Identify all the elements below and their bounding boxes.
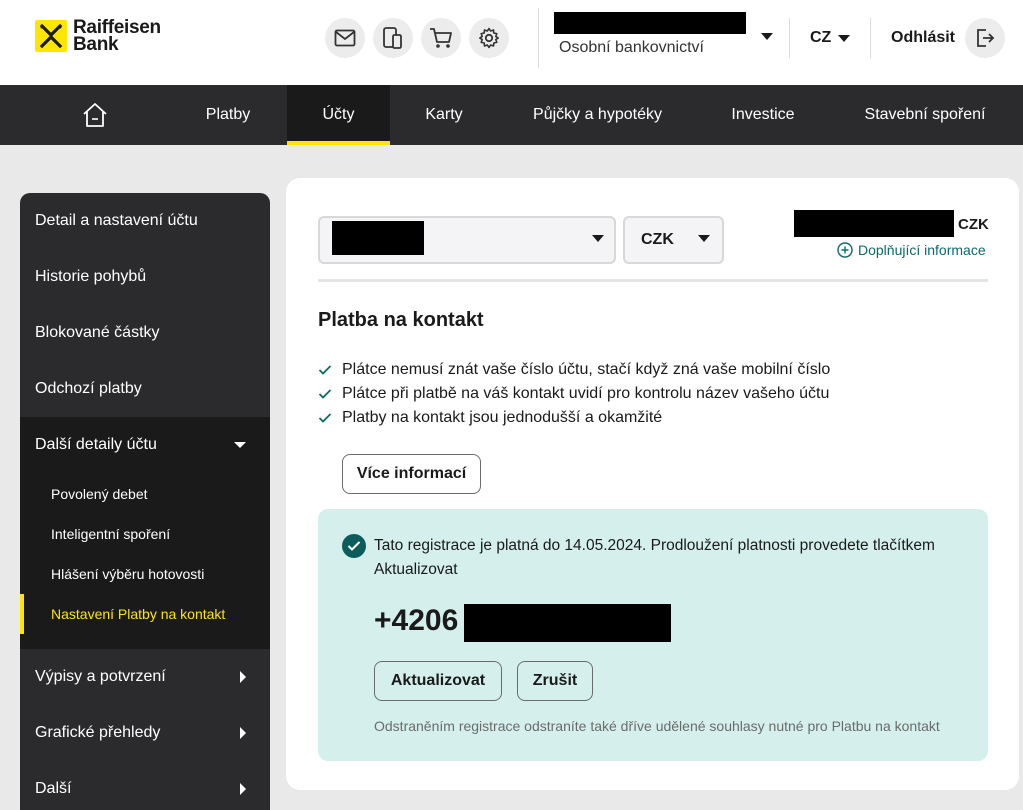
mail-icon[interactable]	[325, 18, 365, 58]
account-name-redacted	[554, 12, 746, 34]
update-button[interactable]: Aktualizovat	[374, 661, 502, 701]
chevron-down-icon	[761, 33, 773, 40]
chevron-right-icon	[240, 727, 246, 739]
header: Raiffeisen Bank Osobní bankovnictví CZ O…	[0, 0, 1023, 85]
currency-dropdown[interactable]: CZK	[623, 216, 724, 264]
sidebar-expanded-section: Další detaily účtu Povolený debet Inteli…	[20, 417, 270, 649]
sidebar: Detail a nastavení účtu Historie pohybů …	[20, 193, 270, 810]
list-item: Plátce při platbě na váš kontakt uvidí p…	[318, 382, 830, 406]
benefits-list: Plátce nemusí znát vaše číslo účtu, stač…	[318, 358, 830, 430]
sidebar-sub-hlaseni-vyberu[interactable]: Hlášení výběru hotovosti	[20, 554, 270, 594]
sidebar-item-odchozi[interactable]: Odchozí platby	[20, 361, 270, 417]
list-item-text: Platby na kontakt jsou jednodušší a okam…	[342, 409, 663, 426]
logo-text: Raiffeisen Bank	[73, 17, 161, 55]
more-info-button[interactable]: Více informací	[342, 454, 481, 494]
list-item-text: Plátce při platbě na váš kontakt uvidí p…	[342, 385, 830, 402]
sidebar-sub-povoleny-debet[interactable]: Povolený debet	[20, 474, 270, 514]
main-panel: CZK CZK Doplňující informace Platba na k…	[286, 178, 1019, 790]
sidebar-item-blokovane[interactable]: Blokované částky	[20, 305, 270, 361]
balance-redacted	[794, 210, 954, 237]
sidebar-item-dalsi-detaily[interactable]: Další detaily účtu	[20, 417, 270, 473]
account-dropdown[interactable]	[318, 216, 616, 264]
sidebar-item-graficke[interactable]: Grafické přehledy	[20, 705, 270, 761]
page-title: Platba na kontakt	[318, 309, 484, 331]
registration-note: Odstraněním registrace odstraníte také d…	[374, 718, 940, 734]
cancel-registration-button[interactable]: Zrušit	[517, 661, 593, 701]
registration-message: Tato registrace je platná do 14.05.2024.…	[374, 537, 935, 578]
sidebar-item-label: Další detaily účtu	[35, 436, 157, 453]
registration-box: Tato registrace je platná do 14.05.2024.…	[318, 509, 988, 761]
chevron-down-icon	[234, 442, 246, 448]
language-label: CZ	[810, 29, 832, 46]
currency-value: CZK	[641, 231, 674, 248]
main-nav: Platby Účty Karty Půjčky a hypotéky Inve…	[0, 85, 1023, 145]
additional-info-label: Doplňující informace	[858, 242, 986, 258]
check-icon	[318, 365, 332, 375]
balance-currency: CZK	[958, 216, 989, 233]
registered-phone: +4206	[374, 604, 458, 638]
nav-karty[interactable]: Karty	[405, 85, 483, 145]
sidebar-item-detail[interactable]: Detail a nastavení účtu	[20, 193, 270, 249]
sidebar-item-vypisy[interactable]: Výpisy a potvrzení	[20, 649, 270, 705]
nav-platby[interactable]: Platby	[186, 85, 270, 145]
nav-ucty[interactable]: Účty	[287, 85, 390, 145]
chevron-right-icon	[240, 671, 246, 683]
logout[interactable]: Odhlásit	[870, 18, 1010, 58]
account-redacted	[332, 221, 424, 255]
account-selector[interactable]: Osobní bankovnictví	[538, 8, 780, 68]
nav-home[interactable]	[50, 85, 140, 145]
list-item: Plátce nemusí znát vaše číslo účtu, stač…	[318, 358, 830, 382]
check-icon	[318, 389, 332, 399]
chevron-down-icon	[592, 235, 604, 242]
chevron-right-icon	[240, 783, 246, 795]
sidebar-sub-inteligentni-sporeni[interactable]: Inteligentní spoření	[20, 514, 270, 554]
chevron-down-icon	[838, 35, 850, 42]
sidebar-item-label: Výpisy a potvrzení	[35, 668, 166, 685]
cart-icon[interactable]	[421, 18, 461, 58]
sidebar-sub-platba-na-kontakt[interactable]: Nastavení Platby na kontakt	[20, 594, 270, 634]
list-item-text: Plátce nemusí znát vaše číslo účtu, stač…	[342, 361, 831, 378]
phone-prefix: +4206	[374, 604, 459, 637]
logout-label: Odhlásit	[891, 29, 956, 46]
home-icon	[83, 103, 107, 127]
phone-redacted	[464, 604, 671, 642]
logout-icon[interactable]	[965, 18, 1005, 58]
additional-info-link[interactable]: Doplňující informace	[837, 242, 986, 258]
account-type-label: Osobní bankovnictví	[559, 39, 704, 56]
sidebar-item-dalsi[interactable]: Další	[20, 761, 270, 810]
phone-doc-icon[interactable]	[373, 18, 413, 58]
logo-mark-icon	[35, 20, 67, 52]
nav-investice[interactable]: Investice	[718, 85, 808, 145]
nav-stavebni-sporeni[interactable]: Stavební spoření	[852, 85, 998, 145]
list-item: Platby na kontakt jsou jednodušší a okam…	[318, 406, 830, 430]
language-selector[interactable]: CZ	[789, 18, 869, 58]
check-icon	[318, 413, 332, 423]
gear-icon[interactable]	[469, 18, 509, 58]
sidebar-item-label: Grafické přehledy	[35, 724, 161, 741]
nav-pujcky[interactable]: Půjčky a hypotéky	[520, 85, 675, 145]
check-circle-icon	[342, 534, 366, 558]
sidebar-item-label: Další	[35, 780, 72, 797]
plus-circle-icon	[837, 242, 853, 258]
chevron-down-icon	[698, 235, 710, 242]
raiffeisen-logo[interactable]: Raiffeisen Bank	[35, 17, 161, 55]
divider	[318, 279, 988, 282]
sidebar-item-historie[interactable]: Historie pohybů	[20, 249, 270, 305]
